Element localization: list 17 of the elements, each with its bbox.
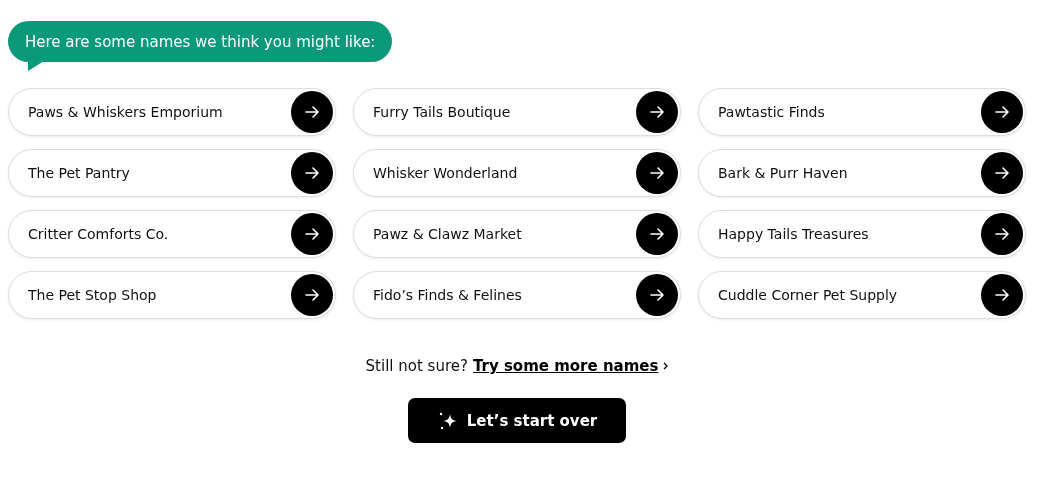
name-suggestion[interactable]: Pawtastic Finds xyxy=(698,88,1026,136)
restart-button[interactable]: Let’s start over xyxy=(407,398,627,443)
name-suggestion[interactable]: Whisker Wonderland xyxy=(353,149,681,197)
name-suggestion[interactable]: Fido’s Finds & Felines xyxy=(353,271,681,319)
name-suggestion[interactable]: Happy Tails Treasures xyxy=(698,210,1026,258)
chevron-icon xyxy=(663,362,669,370)
name-suggestion[interactable]: Furry Tails Boutique xyxy=(353,88,681,136)
name-suggestion[interactable]: Paws & Whiskers Emporium xyxy=(8,88,336,136)
name-suggestion[interactable]: Bark & Purr Haven xyxy=(698,149,1026,197)
name-suggestion[interactable]: Cuddle Corner Pet Supply xyxy=(698,271,1026,319)
name-suggestion[interactable]: Critter Comforts Co. xyxy=(8,210,336,258)
prompt-text: Still not sure? xyxy=(365,357,468,375)
name-suggestion[interactable]: Pawz & Clawz Market xyxy=(353,210,681,258)
name-suggestion[interactable]: The Pet Pantry xyxy=(8,149,336,197)
more-names-link[interactable]: Try some more names xyxy=(472,357,659,375)
name-suggestion[interactable]: The Pet Stop Shop xyxy=(8,271,336,319)
bubble-text: Here are some names we think you might like: xyxy=(25,33,376,51)
